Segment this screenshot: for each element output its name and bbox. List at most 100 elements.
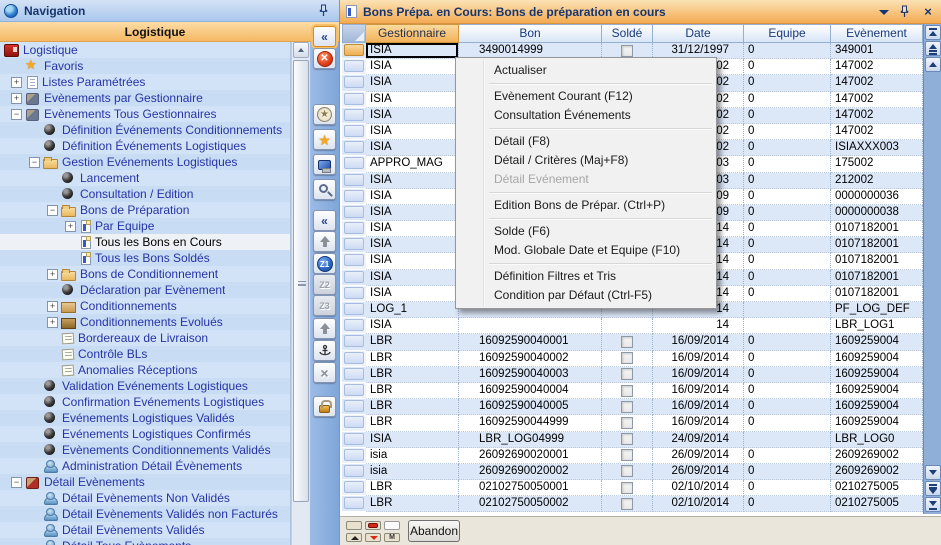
tree-item[interactable]: +Conditionnements [0, 298, 290, 314]
column-header-gestionnaire[interactable]: Gestionnaire [366, 24, 459, 43]
expand-icon[interactable]: + [11, 77, 22, 88]
scrollbar-thumb[interactable] [293, 60, 309, 502]
column-header-evènement[interactable]: Evènement [831, 24, 923, 43]
tree-item[interactable]: Evénements Logistiques Confirmés [0, 426, 290, 442]
tree-item[interactable]: Bordereaux de Livraison [0, 330, 290, 346]
scroll-pageup-icon[interactable] [925, 41, 941, 56]
pin-icon[interactable] [896, 4, 912, 20]
collapse-icon[interactable]: − [47, 205, 58, 216]
menu-item[interactable]: Evènement Courant (F12) [457, 87, 715, 106]
tree-item[interactable]: −Détail Evènements [0, 474, 290, 490]
lock-button[interactable] [313, 396, 336, 417]
chevron-down-icon[interactable] [876, 4, 892, 20]
table-row[interactable]: LBR1609259004000416/09/201401609259004 [342, 383, 923, 399]
expand-icon[interactable]: + [47, 301, 58, 312]
zoom-z1-button[interactable]: Z1 [313, 253, 336, 274]
tree-item[interactable]: Tous les Bons en Cours [0, 234, 290, 250]
table-row[interactable]: LBR1609259004000516/09/201401609259004 [342, 399, 923, 415]
tree-item[interactable]: +Listes Paramétrées [0, 74, 290, 90]
tree-item[interactable]: Détail Tous Evènements [0, 538, 290, 545]
table-row[interactable]: LBR1609259004000216/09/201401609259004 [342, 351, 923, 367]
nav-memorize-button[interactable]: M [384, 533, 400, 542]
solde-checkbox[interactable] [621, 368, 633, 380]
zoom-z3-button[interactable]: Z3 [313, 295, 336, 316]
close-red-button[interactable]: ✕ [313, 48, 336, 69]
nav-down-button[interactable] [365, 533, 381, 542]
menu-item[interactable]: Mod. Globale Date et Equipe (F10) [457, 241, 715, 260]
tree-item[interactable]: Logistique [0, 42, 290, 58]
tree-item[interactable]: Favoris [0, 58, 290, 74]
tree-item[interactable]: Validation Evénements Logistiques [0, 378, 290, 394]
table-row[interactable]: ISIALBR_LOG0499924/09/2014LBR_LOG0 [342, 432, 923, 448]
tree-item[interactable]: Anomalies Réceptions [0, 362, 290, 378]
tree-item[interactable]: Evènements Conditionnements Validés [0, 442, 290, 458]
tree-item[interactable]: −Gestion Evénements Logistiques [0, 154, 290, 170]
menu-item[interactable]: Consultation Événements [457, 106, 715, 125]
table-row[interactable]: LBR0210275005000102/10/201400210275005 [342, 480, 923, 496]
solde-checkbox[interactable] [621, 352, 633, 364]
collapse-icon[interactable]: − [11, 109, 22, 120]
menu-item[interactable]: Condition par Défaut (Ctrl-F5) [457, 286, 715, 305]
table-row[interactable]: LBR1609259004499916/09/201401609259004 [342, 415, 923, 431]
tree-item[interactable]: +Conditionnements Evolués [0, 314, 290, 330]
expand-icon[interactable]: + [47, 317, 58, 328]
tree-item[interactable]: −Bons de Préparation [0, 202, 290, 218]
tree-item[interactable]: Contrôle BLs [0, 346, 290, 362]
solde-checkbox[interactable] [621, 45, 633, 57]
column-header-soldé[interactable]: Soldé [602, 24, 653, 43]
menu-item[interactable]: Définition Filtres et Tris [457, 267, 715, 286]
favorites-star-button[interactable]: ★ [313, 129, 336, 150]
expand-icon[interactable]: + [65, 221, 76, 232]
tree-item[interactable]: +Evènements par Gestionnaire [0, 90, 290, 106]
solde-checkbox[interactable] [621, 336, 633, 348]
menu-item[interactable]: Edition Bons de Prépar. (Ctrl+P) [457, 196, 715, 215]
tree-scrollbar[interactable] [291, 42, 309, 545]
tree-item[interactable]: Déclaration par Evènement [0, 282, 290, 298]
up-arrow-2-button[interactable] [313, 318, 336, 339]
table-row[interactable]: LBR0210275005000202/10/201400210275005 [342, 496, 923, 512]
scroll-last-icon[interactable] [925, 497, 941, 512]
scroll-first-icon[interactable] [925, 25, 941, 40]
column-header-equipe[interactable]: Equipe [744, 24, 831, 43]
solde-checkbox[interactable] [621, 465, 633, 477]
tree-item[interactable]: Détail Evènements Non Validés [0, 490, 290, 506]
scroll-down-icon[interactable] [925, 465, 941, 480]
solde-checkbox[interactable] [621, 482, 633, 494]
tree-item[interactable]: Définition Événements Conditionnements [0, 122, 290, 138]
tree-item[interactable]: Détail Evènements Validés [0, 522, 290, 538]
scroll-up-icon[interactable] [293, 42, 309, 58]
solde-checkbox[interactable] [621, 401, 633, 413]
menu-item[interactable]: Actualiser [457, 61, 715, 80]
table-row[interactable]: ISIA14LBR_LOG1 [342, 318, 923, 334]
solde-checkbox[interactable] [621, 498, 633, 510]
solde-checkbox[interactable] [621, 433, 633, 445]
tree-item[interactable]: Evénements Logistiques Validés [0, 410, 290, 426]
search-button[interactable] [313, 179, 336, 200]
tree-item[interactable]: Tous les Bons Soldés [0, 250, 290, 266]
collapse-panel-button[interactable]: « [313, 26, 336, 47]
column-header-bon[interactable]: Bon [459, 24, 602, 43]
solde-checkbox[interactable] [621, 385, 633, 397]
collapse-icon[interactable]: − [29, 157, 40, 168]
zoom-z2-button[interactable]: Z2 [313, 274, 336, 295]
tree-item[interactable]: Définition Événements Logistiques [0, 138, 290, 154]
menu-item[interactable]: Détail (F8) [457, 132, 715, 151]
solde-checkbox[interactable] [621, 417, 633, 429]
nav-blank-beige-button[interactable] [346, 521, 362, 530]
tree-item[interactable]: Consultation / Edition [0, 186, 290, 202]
close-icon[interactable]: × [920, 4, 936, 20]
tree-item[interactable]: Détail Evènements Validés non Facturés [0, 506, 290, 522]
nav-up-button[interactable] [346, 533, 362, 542]
tree-item[interactable]: +Bons de Conditionnement [0, 266, 290, 282]
nav-red-flag-button[interactable] [365, 521, 381, 530]
menu-item[interactable]: Solde (F6) [457, 222, 715, 241]
scroll-pagedown-icon[interactable] [925, 481, 941, 496]
nav-blank-white-button[interactable] [384, 521, 400, 530]
abandon-button[interactable]: Abandon [408, 520, 460, 542]
tree-item[interactable]: Administration Détail Évènements [0, 458, 290, 474]
pin-icon[interactable] [315, 3, 331, 19]
tree-item[interactable]: −Evènements Tous Gestionnaires [0, 106, 290, 122]
monitor-button[interactable] [313, 154, 336, 175]
anchor-button[interactable] [313, 340, 336, 361]
table-row[interactable]: isia2609269002000226/09/201402609269002 [342, 464, 923, 480]
